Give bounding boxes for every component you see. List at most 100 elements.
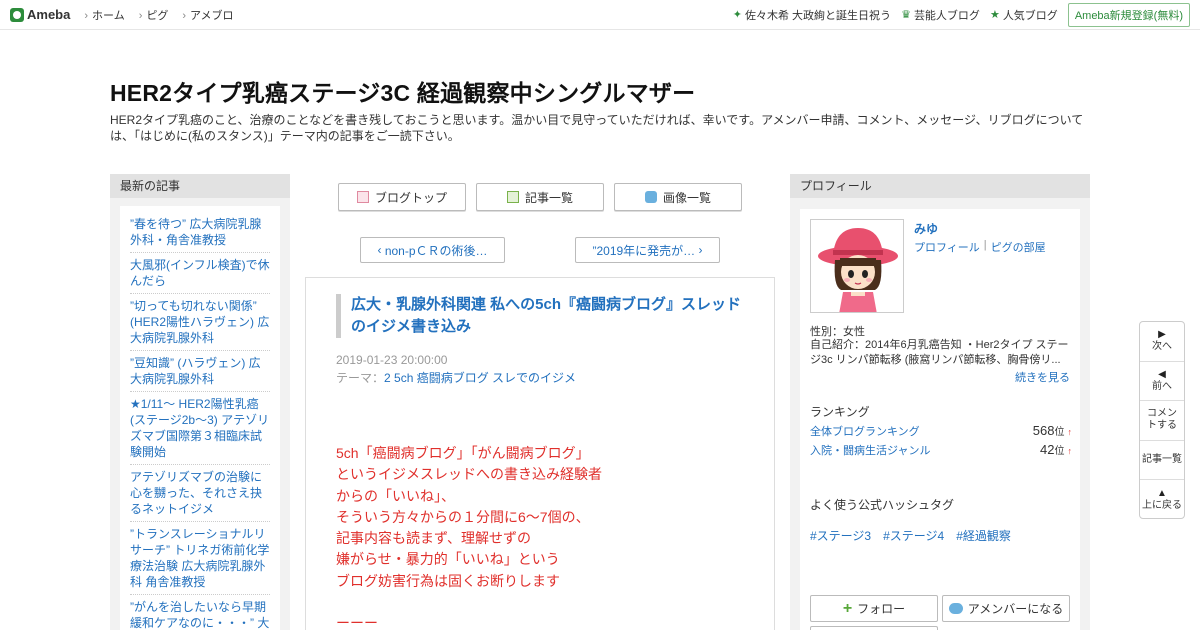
popular-blog-link[interactable]: ★ 人気ブログ: [990, 7, 1058, 23]
back-to-top-button[interactable]: ▲ 上に戻る: [1140, 480, 1184, 520]
floating-nav: ▶ 次へ ◀ 前へ コメントする 記事一覧 ▲ 上に戻る: [1139, 321, 1185, 519]
ranking-number: 568: [1032, 423, 1055, 438]
prev-label: 前へ: [1152, 380, 1172, 392]
recent-article-link[interactable]: ”切っても切れない関係” (HER2陽性ハラヴェン) 広大病院乳腺外科: [130, 294, 270, 351]
article-theme: テーマ：2 5ch 癌闘病ブログ スレでのイジメ: [336, 369, 576, 386]
recent-articles-heading: 最新の記事: [110, 174, 290, 198]
signup-button[interactable]: Ameba新規登録(無料): [1067, 2, 1190, 27]
article-title[interactable]: 広大・乳腺外科関連 私への5ch『癌闘病ブログ』スレッドのイジメ書き込み: [336, 294, 746, 338]
triangle-up-icon: ▲: [1157, 488, 1167, 500]
speech-bubble-icon: [948, 603, 963, 614]
celebrity-blog-link[interactable]: ♛ 芸能人ブログ: [901, 7, 980, 23]
next-button[interactable]: ▶ 次へ: [1140, 322, 1184, 362]
body-line: 記事内容も読まず、理解せずの: [336, 530, 532, 547]
play-left-icon: ◀: [1158, 368, 1166, 380]
logo-text: Ameba: [27, 7, 71, 22]
document-icon: [356, 191, 369, 203]
article-list-button[interactable]: 記事一覧: [476, 183, 604, 211]
chevron-right-icon: ›: [695, 243, 703, 257]
image-list-label: 画像一覧: [662, 190, 711, 205]
profile-name[interactable]: みゆ: [914, 220, 938, 237]
ranking-unit: 位: [1054, 446, 1065, 457]
global-nav: ホーム ピグ アメブロ: [84, 7, 233, 23]
separator: |: [983, 239, 987, 251]
recent-article-link[interactable]: ”豆知識” (ハラヴェン) 広大病院乳腺外科: [130, 351, 270, 392]
profile-link[interactable]: プロフィール: [914, 239, 980, 255]
ranking-number: 42: [1039, 442, 1055, 457]
genre-ranking-link[interactable]: 入院・闘病生活ジャンル: [810, 442, 930, 458]
read-more-link[interactable]: 続きを見る: [1015, 369, 1070, 385]
popular-blog-label: 人気ブログ: [1002, 9, 1058, 22]
blog-title[interactable]: HER2タイプ乳癌ステージ3C 経過観察中シングルマザー: [110, 74, 695, 108]
next-article-button[interactable]: ”2019年に発売が… ›: [575, 237, 720, 263]
blog-top-button[interactable]: ブログトップ: [338, 183, 466, 211]
news-link[interactable]: ✦ 佐々木希 大政絢と誕生日祝う: [733, 7, 891, 23]
avatar-girl-icon: [811, 220, 903, 312]
avatar[interactable]: [810, 219, 904, 313]
nav-pigg[interactable]: ピグ: [139, 7, 168, 23]
amember-button[interactable]: アメンバーになる: [942, 595, 1070, 622]
follow-button[interactable]: + フォロー: [810, 595, 938, 622]
body-line: からの「いいね」、: [336, 487, 455, 504]
recent-article-link[interactable]: ”がんを治したいなら早期緩和ケアなのに・・・” 大津秀一緩和医: [130, 595, 270, 630]
message-button[interactable]: [810, 626, 938, 630]
ranking-value: 42位 ↑: [1040, 442, 1072, 458]
profile-gender: 性別：女性: [810, 326, 865, 338]
star-icon: ✦: [732, 9, 742, 21]
ranking-row: 全体ブログランキング 568位 ↑: [810, 423, 1072, 439]
hashtag-heading: よく使う公式ハッシュタグ: [810, 498, 955, 512]
body-line: というイジメスレッドへの書き込み経験者: [336, 466, 602, 483]
news-link-label: 佐々木希 大政絢と誕生日祝う: [745, 9, 892, 22]
ranking-unit: 位: [1054, 427, 1065, 438]
amember-label: アメンバーになる: [967, 602, 1064, 616]
comment-button[interactable]: コメントする: [1140, 401, 1184, 441]
celebrity-blog-label: 芸能人ブログ: [913, 9, 980, 22]
header-right: ✦ 佐々木希 大政絢と誕生日祝う ♛ 芸能人ブログ ★ 人気ブログ Ameba新規登録…: [733, 2, 1190, 27]
back-to-top-label: 上に戻る: [1142, 500, 1182, 512]
recent-article-link[interactable]: 大風邪(インフル検査)で休んだら: [130, 253, 270, 294]
blog-top-label: ブログトップ: [374, 190, 447, 205]
arrow-up-icon: ↑: [1067, 446, 1073, 456]
profile-links: プロフィール | ピグの部屋: [914, 239, 1046, 255]
nav-home[interactable]: ホーム: [84, 7, 125, 23]
next-label: 次へ: [1152, 341, 1172, 353]
follow-label: フォロー: [857, 602, 906, 616]
hashtag-link[interactable]: #経過観察: [956, 527, 1011, 544]
play-right-icon: ▶: [1158, 329, 1166, 341]
hashtag-list: #ステージ3 #ステージ4 #経過観察: [810, 527, 1011, 544]
article-list-float-label: 記事一覧: [1142, 454, 1182, 466]
arrow-up-icon: ↑: [1067, 427, 1073, 437]
theme-label: テーマ：: [336, 371, 385, 385]
recent-article-link[interactable]: ”春を待つ” 広大病院乳腺外科・角舎准教授: [130, 212, 270, 253]
hashtag-link[interactable]: #ステージ4: [883, 527, 944, 544]
camera-icon: [644, 191, 657, 203]
recent-article-link[interactable]: アテゾリズマブの治験に心を嬲った、それさえ抉るネットイジメ: [130, 465, 270, 522]
plus-icon: +: [842, 599, 853, 617]
chevron-left-icon: ‹: [377, 243, 385, 257]
recent-article-link[interactable]: ”トランスレーショナルリサーチ” トリネガ術前化学療法治験 広大病院乳腺外科 角…: [130, 522, 270, 595]
profile-box: みゆ プロフィール | ピグの部屋 性別：女性 自己紹介：2014年6月乳癌告知…: [800, 209, 1080, 630]
recent-article-link[interactable]: ★1/11～ HER2陽性乳癌(ステージ2b～3) アテゾリズマブ国際第３相臨床…: [130, 392, 270, 465]
star-icon: ★: [989, 9, 1000, 21]
prev-article-button[interactable]: ‹ non-pＣＲの術後…: [360, 237, 505, 263]
comment-label: コメントする: [1147, 408, 1177, 432]
hashtag-link[interactable]: #ステージ3: [810, 527, 871, 544]
overall-ranking-link[interactable]: 全体ブログランキング: [810, 423, 920, 439]
article-list-float-button[interactable]: 記事一覧: [1140, 441, 1184, 481]
next-article-label: ”2019年に発売が…: [592, 243, 696, 258]
pigg-room-link[interactable]: ピグの部屋: [991, 239, 1046, 255]
image-list-button[interactable]: 画像一覧: [614, 183, 742, 211]
ranking-heading: ランキング: [810, 405, 870, 419]
ameba-logo-icon: [10, 7, 24, 22]
ranking-row: 入院・闘病生活ジャンル 42位 ↑: [810, 442, 1072, 458]
prev-button[interactable]: ◀ 前へ: [1140, 362, 1184, 402]
theme-link[interactable]: 2 5ch 癌闘病ブログ スレでのイジメ: [384, 371, 576, 385]
body-line: ブログ妨害行為は固くお断りします: [336, 572, 560, 589]
ranking-value: 568位 ↑: [1033, 423, 1072, 439]
body-line: [336, 592, 602, 613]
article-list-label: 記事一覧: [524, 190, 573, 205]
recent-articles-list: ”春を待つ” 広大病院乳腺外科・角舎准教授 大風邪(インフル検査)で休んだら ”…: [120, 206, 280, 630]
ameba-logo[interactable]: Ameba: [10, 7, 70, 22]
nav-ameblo[interactable]: アメブロ: [182, 7, 233, 23]
article-date: 2019-01-23 20:00:00: [336, 353, 448, 367]
